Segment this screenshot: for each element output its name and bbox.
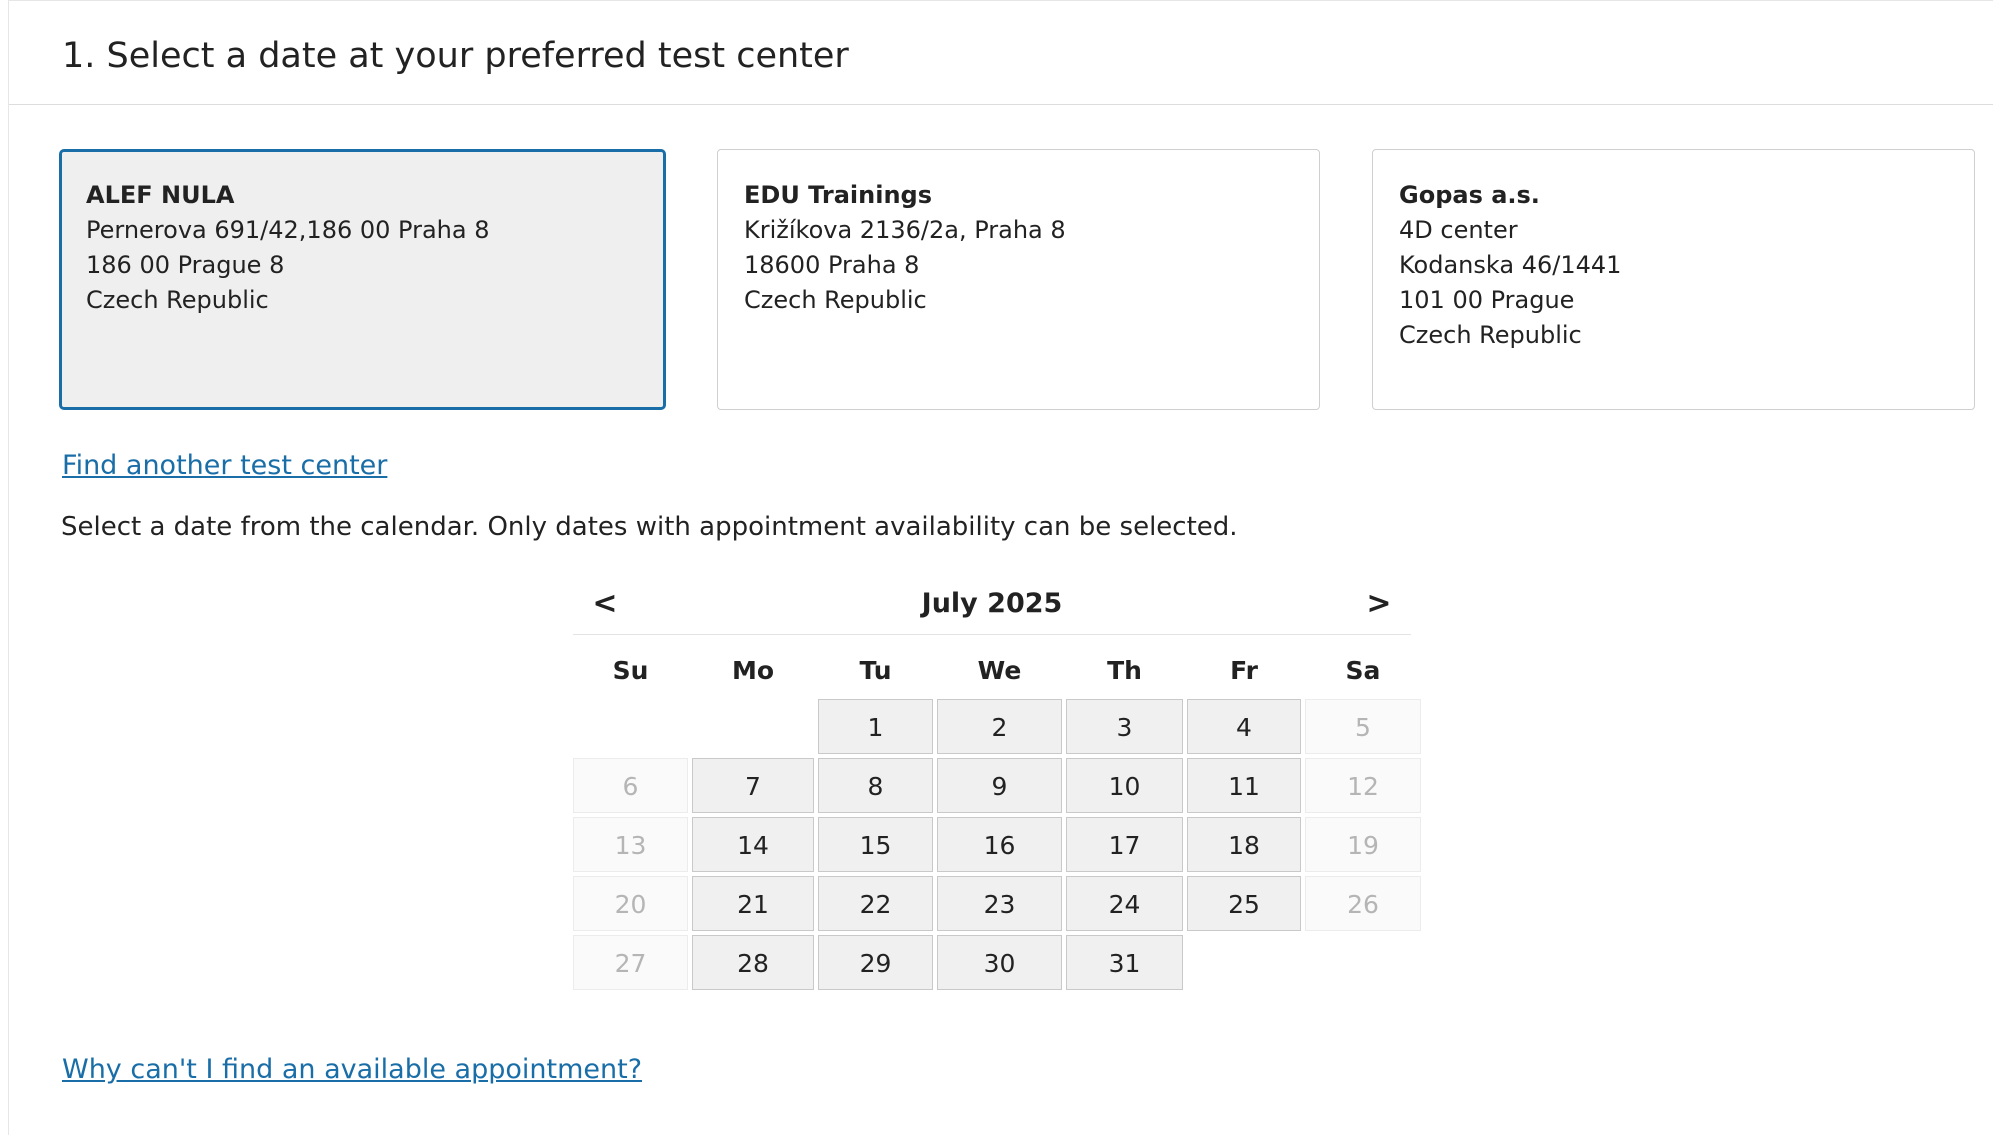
calendar-day-available[interactable]: 30 xyxy=(937,935,1062,990)
calendar-day-unavailable: 27 xyxy=(573,935,688,990)
weekday-header: Fr xyxy=(1230,656,1258,685)
calendar-instruction: Select a date from the calendar. Only da… xyxy=(61,512,1238,542)
appointment-calendar: < July 2025 > Su Mo Tu We Th Fr Sa 12345… xyxy=(573,578,1421,990)
test-center-card-alef-nula[interactable]: ALEF NULA Pernerova 691/42,186 00 Praha … xyxy=(59,149,666,410)
why-no-appointment-link[interactable]: Why can't I find an available appointmen… xyxy=(62,1054,642,1085)
weekday-header: Th xyxy=(1107,656,1142,685)
weekday-header: Su xyxy=(612,656,649,685)
calendar-day-available[interactable]: 25 xyxy=(1187,876,1301,931)
section-header: 1. Select a date at your preferred test … xyxy=(9,0,1993,105)
page: 1. Select a date at your preferred test … xyxy=(0,0,1993,1135)
test-center-card-edu-trainings[interactable]: EDU Trainings Križíkova 2136/2a, Praha 8… xyxy=(717,149,1320,410)
test-center-address-line: 101 00 Prague xyxy=(1399,286,1575,314)
test-center-address-line: Czech Republic xyxy=(1399,321,1582,349)
test-center-address-line: Czech Republic xyxy=(86,286,269,314)
test-center-address-line: Križíkova 2136/2a, Praha 8 xyxy=(744,216,1066,244)
calendar-month-label: July 2025 xyxy=(921,588,1063,619)
calendar-day-available[interactable]: 1 xyxy=(818,699,933,754)
calendar-day-unavailable: 12 xyxy=(1305,758,1421,813)
calendar-day-unavailable: 26 xyxy=(1305,876,1421,931)
test-center-address-line: 18600 Praha 8 xyxy=(744,251,920,279)
weekday-header: Mo xyxy=(731,656,775,685)
calendar-day-available[interactable]: 18 xyxy=(1187,817,1301,872)
calendar-day-available[interactable]: 22 xyxy=(818,876,933,931)
calendar-day-unavailable: 19 xyxy=(1305,817,1421,872)
test-center-address-line: Czech Republic xyxy=(744,286,927,314)
test-center-name: ALEF NULA xyxy=(86,181,235,209)
next-month-button[interactable]: > xyxy=(1359,586,1399,621)
calendar-day-available[interactable]: 14 xyxy=(692,817,814,872)
test-center-card-gopas[interactable]: Gopas a.s. 4D center Kodanska 46/1441 10… xyxy=(1372,149,1975,410)
test-center-address-line: 186 00 Prague 8 xyxy=(86,251,285,279)
calendar-day-available[interactable]: 2 xyxy=(937,699,1062,754)
calendar-day-available[interactable]: 3 xyxy=(1066,699,1183,754)
calendar-day-available[interactable]: 28 xyxy=(692,935,814,990)
calendar-empty-cell xyxy=(692,699,814,754)
calendar-day-available[interactable]: 7 xyxy=(692,758,814,813)
calendar-day-available[interactable]: 16 xyxy=(937,817,1062,872)
calendar-empty-cell xyxy=(1305,935,1421,990)
calendar-day-unavailable: 13 xyxy=(573,817,688,872)
calendar-grid: Su Mo Tu We Th Fr Sa 1 2 3 4 5 6 7 8 9 10 11 12 13 14… xyxy=(573,647,1421,990)
calendar-day-available[interactable]: 15 xyxy=(818,817,933,872)
calendar-day-available[interactable]: 29 xyxy=(818,935,933,990)
calendar-day-available[interactable]: 10 xyxy=(1066,758,1183,813)
left-divider xyxy=(8,0,9,1135)
test-center-name: Gopas a.s. xyxy=(1399,181,1540,209)
calendar-empty-cell xyxy=(1187,935,1301,990)
calendar-empty-cell xyxy=(573,699,688,754)
calendar-day-available[interactable]: 23 xyxy=(937,876,1062,931)
calendar-day-unavailable: 20 xyxy=(573,876,688,931)
calendar-day-available[interactable]: 24 xyxy=(1066,876,1183,931)
test-center-address-line: Kodanska 46/1441 xyxy=(1399,251,1622,279)
calendar-day-available[interactable]: 9 xyxy=(937,758,1062,813)
weekday-header: We xyxy=(977,656,1022,685)
calendar-day-available[interactable]: 21 xyxy=(692,876,814,931)
weekday-header: Sa xyxy=(1345,656,1381,685)
find-another-test-center-link[interactable]: Find another test center xyxy=(62,450,387,481)
calendar-day-available[interactable]: 8 xyxy=(818,758,933,813)
calendar-day-available[interactable]: 17 xyxy=(1066,817,1183,872)
calendar-day-available[interactable]: 4 xyxy=(1187,699,1301,754)
test-center-name: EDU Trainings xyxy=(744,181,933,209)
calendar-header: < July 2025 > xyxy=(573,578,1411,635)
calendar-day-unavailable: 6 xyxy=(573,758,688,813)
page-title: 1. Select a date at your preferred test … xyxy=(62,36,849,76)
test-center-address-line: 4D center xyxy=(1399,216,1518,244)
weekday-header: Tu xyxy=(859,656,892,685)
calendar-day-unavailable: 5 xyxy=(1305,699,1421,754)
calendar-day-available[interactable]: 31 xyxy=(1066,935,1183,990)
test-center-address-line: Pernerova 691/42,186 00 Praha 8 xyxy=(86,216,490,244)
calendar-day-available[interactable]: 11 xyxy=(1187,758,1301,813)
